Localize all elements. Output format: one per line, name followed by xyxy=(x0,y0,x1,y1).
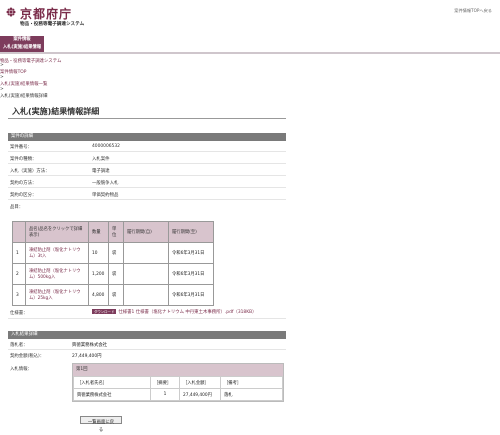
items-label: 品目： xyxy=(10,205,24,210)
bid-col-bidder: ［入札者氏名］ xyxy=(73,376,151,389)
case-number-label: 案件番号： xyxy=(10,145,32,150)
winner-label: 落札者： xyxy=(10,343,28,348)
items-table: 品名(品名をクリックで詳細表示) 数量 単位 履行期間(自) 履行期間(至) 1… xyxy=(12,221,214,306)
item-to: 令和6年3月31日 xyxy=(168,263,214,285)
row-divider xyxy=(8,175,286,176)
table-row: 3 凍結防止剤（塩化ナトリウム）25kg入 4,800 袋 令和6年3月31日 xyxy=(12,284,214,306)
spec-file-link[interactable]: 仕様書1 仕様書（塩化ナトリウム 中丹東土木事務所）.pdf（318KB） xyxy=(118,310,256,315)
col-qty-header: 数量 xyxy=(88,221,109,243)
bid-note: 落札 xyxy=(220,388,283,401)
item-name-link[interactable]: 凍結防止剤（塩化ナトリウム）3t入 xyxy=(25,242,89,264)
bid-method-value: 電子調達 xyxy=(92,169,110,174)
table-row: 興徳業務株式会社 1 27,449,400円 落札 xyxy=(73,388,283,401)
case-number-value: 4000006532 xyxy=(92,144,120,149)
menu-case-info[interactable]: 案件情報 xyxy=(0,36,44,44)
breadcrumb-separator: > xyxy=(0,75,4,80)
col-no-header xyxy=(12,221,26,243)
item-unit: 袋 xyxy=(108,242,124,264)
row-divider xyxy=(8,151,286,152)
item-to: 令和6年3月31日 xyxy=(168,242,214,264)
title-underline xyxy=(8,118,286,119)
amount-value: 27,449,400円 xyxy=(72,354,102,359)
table-row: 1 凍結防止剤（塩化ナトリウム）3t入 10 袋 令和6年3月31日 xyxy=(12,242,214,264)
col-from-header: 履行期間(自) xyxy=(123,221,169,243)
winner-value: 興徳業務株式会社 xyxy=(72,343,108,348)
item-name-link[interactable]: 凍結防止剤（塩化ナトリウム）25kg入 xyxy=(25,284,89,306)
row-divider xyxy=(8,199,286,200)
col-to-header: 履行期間(至) xyxy=(168,221,214,243)
item-qty: 1,200 xyxy=(88,263,109,285)
row-divider xyxy=(8,318,286,319)
item-unit: 袋 xyxy=(108,284,124,306)
row-divider xyxy=(8,163,286,164)
spec-label: 仕様書： xyxy=(10,311,28,316)
table-row: 2 凍結防止剤（塩化ナトリウム）500kg入 1,200 袋 令和6年3月31日 xyxy=(12,263,214,285)
item-qty: 10 xyxy=(88,242,109,264)
bid-bidder: 興徳業務株式会社 xyxy=(73,388,151,401)
breadcrumb-system[interactable]: 物品・役務等電子調達システム xyxy=(0,58,61,64)
item-from xyxy=(123,263,169,285)
download-icon: ダウンロード xyxy=(92,309,117,314)
breadcrumb-current: 入札(実施)結果情報詳細 xyxy=(0,94,48,99)
case-section-header: 案件の詳細 xyxy=(8,133,286,141)
bid-header-row: ［入札者氏名］ ［摘要］ ［入札金額］ ［備考］ xyxy=(73,376,283,389)
bid-col-summary: ［摘要］ xyxy=(150,376,180,389)
logo-subtitle: 物品・役務等電子調達システム xyxy=(20,22,85,27)
item-to: 令和6年3月31日 xyxy=(168,284,214,306)
contract-category-value: 単価契約物品 xyxy=(92,193,119,198)
case-type-value: 入札案件 xyxy=(92,157,110,162)
contract-method-label: 契約の方法： xyxy=(10,181,37,186)
bid-method-label: 入札（実施）方法： xyxy=(10,169,50,174)
item-qty: 4,800 xyxy=(88,284,109,306)
result-section-header: 入札結果詳細 xyxy=(8,331,286,339)
spec-download[interactable]: ダウンロード 仕様書1 仕様書（塩化ナトリウム 中丹東土木事務所）.pdf（318… xyxy=(92,309,256,315)
bid-info-box: 第1回 ［入札者氏名］ ［摘要］ ［入札金額］ ［備考］ 興徳業務株式会社 1 … xyxy=(72,363,284,402)
contract-category-label: 契約の区分： xyxy=(10,193,37,198)
menu-divider xyxy=(0,52,500,54)
logo-title: 京都府庁 xyxy=(20,7,73,21)
case-type-label: 案件の種類： xyxy=(10,157,37,162)
col-name-header: 品名(品名をクリックで詳細表示) xyxy=(25,221,89,243)
bid-summary: 1 xyxy=(150,388,180,401)
row-divider xyxy=(8,187,286,188)
menu-bid-results[interactable]: 入札(実施)結果情報 xyxy=(0,44,44,52)
item-from xyxy=(123,284,169,306)
row-no: 1 xyxy=(12,242,26,264)
bid-col-amount: ［入札金額］ xyxy=(179,376,221,389)
page-title: 入札(実施)結果情報詳細 xyxy=(12,107,100,116)
back-to-list-button[interactable]: 一覧画面に戻る xyxy=(80,416,122,432)
contract-method-value: 一般競争入札 xyxy=(92,181,119,186)
row-no: 2 xyxy=(12,263,26,285)
bid-info-label: 入札情報： xyxy=(10,367,32,372)
row-no: 3 xyxy=(12,284,26,306)
breadcrumb-result-list[interactable]: 入札(実施)結果情報一覧 xyxy=(0,81,47,87)
bid-col-note: ［備考］ xyxy=(220,376,283,389)
bid-amount: 27,449,400円 xyxy=(179,388,221,401)
amount-label: 契約金額(税込)： xyxy=(10,354,45,359)
col-unit-header: 単位 xyxy=(108,221,124,243)
item-name-link[interactable]: 凍結防止剤（塩化ナトリウム）500kg入 xyxy=(25,263,89,285)
breadcrumb-separator: > xyxy=(0,63,4,68)
item-from xyxy=(123,242,169,264)
row-divider xyxy=(8,349,286,350)
bid-table: ［入札者氏名］ ［摘要］ ［入札金額］ ［備考］ 興徳業務株式会社 1 27,4… xyxy=(73,376,283,401)
bid-round-header: 第1回 xyxy=(73,364,283,376)
breadcrumb-separator: > xyxy=(0,87,4,92)
table-header-row: 品名(品名をクリックで詳細表示) 数量 単位 履行期間(自) 履行期間(至) xyxy=(12,221,214,243)
top-page-link[interactable]: 案件情報TOPへ戻る xyxy=(454,8,492,14)
item-unit: 袋 xyxy=(108,263,124,285)
crest-logo-icon xyxy=(6,7,16,17)
